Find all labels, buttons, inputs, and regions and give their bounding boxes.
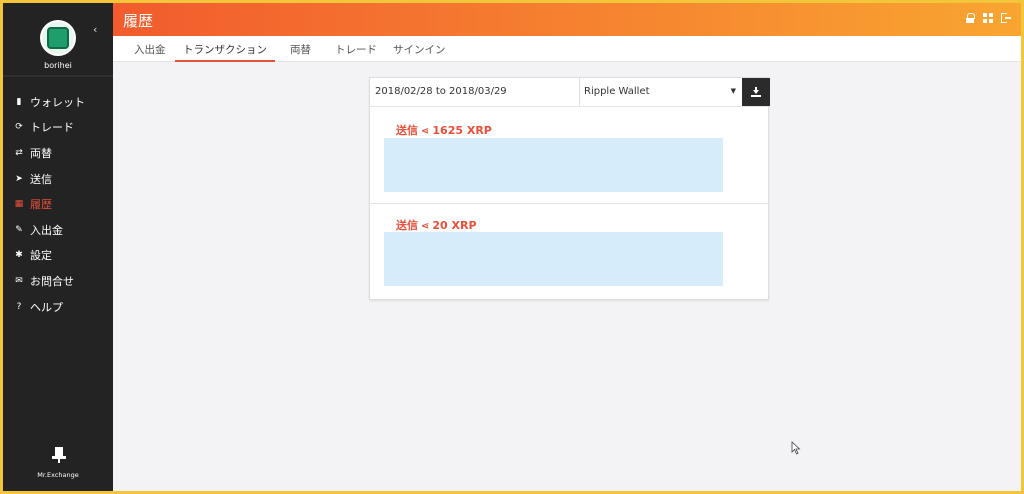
transaction-amount: 1625 XRP — [432, 124, 492, 137]
transaction-panel: 2018/02/28 to 2018/03/29 Ripple Wallet ▼… — [369, 77, 770, 300]
sidebar-item-label: トレード — [30, 121, 74, 135]
transaction-item[interactable]: 送信 ⋖ 20 XRP — [370, 203, 768, 300]
page-header: 履歴 — [113, 3, 1021, 36]
sidebar-item-send[interactable]: ➤ 送信 — [3, 166, 113, 192]
wallet-icon: ▮ — [16, 96, 22, 107]
active-tab-indicator — [175, 60, 275, 62]
sidebar-item-settings[interactable]: ✱ 設定 — [3, 243, 113, 269]
wallet-select[interactable]: Ripple Wallet ▼ — [580, 78, 742, 106]
transaction-amount: 20 XRP — [432, 219, 477, 232]
send-icon: ➤ — [15, 173, 23, 184]
top-hat-icon — [52, 447, 66, 463]
sidebar-item-label: 入出金 — [30, 223, 63, 237]
brand-name: Mr.Exchange — [37, 471, 79, 479]
brand-logo: Mr.Exchange — [3, 447, 113, 479]
help-icon: ? — [16, 301, 22, 312]
sidebar-item-label: 設定 — [30, 249, 52, 263]
sidebar-collapse-icon[interactable]: ‹ — [93, 23, 97, 36]
sidebar: ‹ borihei ▮ ウォレット ⟳ トレード ⇄ 両替 ➤ 送信 ▦ 履歴 ✎ 入出金 … — [3, 3, 113, 491]
tab-transactions[interactable]: トランザクション — [183, 42, 267, 57]
transaction-header: 送信 ⋖ 1625 XRP — [396, 122, 492, 138]
transaction-details-redacted — [384, 232, 723, 286]
username: borihei — [44, 61, 72, 70]
date-range-picker[interactable]: 2018/02/28 to 2018/03/29 — [370, 78, 580, 106]
lock-icon[interactable] — [965, 13, 975, 23]
app-frame: ‹ borihei ▮ ウォレット ⟳ トレード ⇄ 両替 ➤ 送信 ▦ 履歴 ✎ 入出金 … — [0, 0, 1024, 494]
sidebar-divider — [3, 75, 113, 77]
sidebar-item-trade[interactable]: ⟳ トレード — [3, 115, 113, 141]
sidebar-item-label: 両替 — [30, 146, 52, 160]
avatar[interactable] — [40, 20, 76, 56]
page-title: 履歴 — [123, 12, 154, 30]
caret-down-icon: ▼ — [730, 87, 736, 95]
tab-deposit[interactable]: 入出金 — [134, 42, 166, 57]
transaction-type: 送信 — [396, 219, 418, 232]
tab-trade[interactable]: トレード — [335, 42, 377, 57]
grid-icon[interactable] — [983, 13, 993, 23]
sidebar-item-label: ヘルプ — [30, 300, 63, 314]
transaction-header: 送信 ⋖ 20 XRP — [396, 217, 477, 233]
wallet-select-value: Ripple Wallet — [584, 86, 650, 97]
sidebar-item-label: ウォレット — [30, 95, 85, 109]
sidebar-item-deposit[interactable]: ✎ 入出金 — [3, 217, 113, 243]
sidebar-item-label: 履歴 — [30, 198, 52, 212]
transaction-item[interactable]: 送信 ⋖ 1625 XRP — [370, 106, 768, 203]
deposit-icon: ✎ — [15, 224, 23, 235]
sidebar-item-wallet[interactable]: ▮ ウォレット — [3, 89, 113, 115]
share-icon: ⋖ — [421, 221, 430, 232]
history-icon: ▦ — [14, 199, 24, 210]
sidebar-item-contact[interactable]: ✉ お問合せ — [3, 268, 113, 294]
mail-icon: ✉ — [15, 275, 23, 286]
refresh-icon: ⟳ — [15, 122, 23, 133]
tab-exchange[interactable]: 両替 — [290, 42, 311, 57]
gear-icon: ✱ — [15, 250, 23, 261]
transaction-type: 送信 — [396, 124, 418, 137]
logout-icon[interactable] — [1001, 13, 1011, 23]
transaction-details-redacted — [384, 138, 723, 192]
sidebar-item-label: 送信 — [30, 172, 52, 186]
tab-signin[interactable]: サインイン — [393, 42, 446, 57]
exchange-icon: ⇄ — [15, 147, 23, 158]
sidebar-item-history[interactable]: ▦ 履歴 — [3, 191, 113, 217]
sidebar-item-exchange[interactable]: ⇄ 両替 — [3, 140, 113, 166]
sidebar-item-help[interactable]: ? ヘルプ — [3, 294, 113, 320]
share-icon: ⋖ — [421, 126, 430, 137]
avatar-image — [47, 27, 69, 49]
tab-bar: 入出金 トランザクション 両替 トレード サインイン — [113, 36, 1021, 62]
download-icon — [751, 87, 761, 97]
header-actions — [965, 13, 1011, 23]
sidebar-item-label: お問合せ — [30, 274, 74, 288]
download-button[interactable] — [742, 78, 770, 106]
sidebar-menu: ▮ ウォレット ⟳ トレード ⇄ 両替 ➤ 送信 ▦ 履歴 ✎ 入出金 ✱ 設定 ✉ お問合せ … — [3, 89, 113, 319]
